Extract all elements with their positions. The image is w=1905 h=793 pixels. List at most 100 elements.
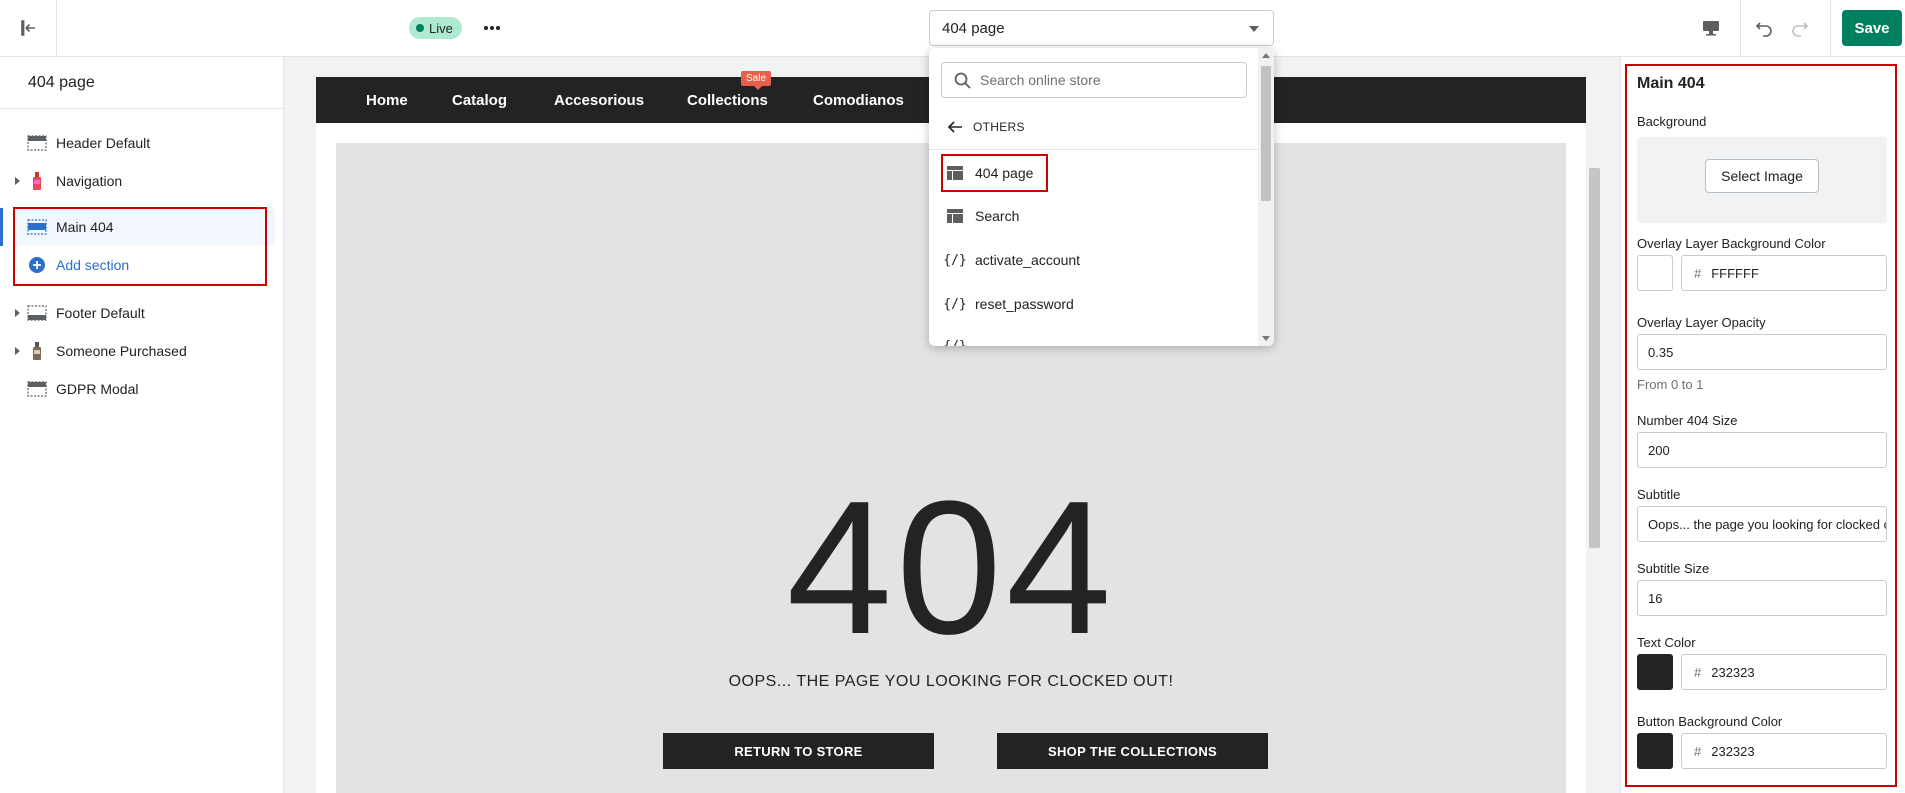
overlay-opacity-label: Overlay Layer Opacity xyxy=(1637,315,1766,330)
scroll-up-arrow-icon[interactable] xyxy=(1262,53,1270,58)
overlay-bg-color-swatch[interactable] xyxy=(1637,255,1673,291)
subtitle-input[interactable]: Oops... the page you looking for clocked… xyxy=(1637,506,1887,542)
undo-button[interactable] xyxy=(1748,12,1780,44)
dropdown-item-label: activate_account xyxy=(975,252,1081,268)
overlay-bg-label: Overlay Layer Background Color xyxy=(1637,236,1826,251)
caret-down-icon xyxy=(1249,26,1259,32)
live-label: Live xyxy=(429,20,453,36)
undo-icon xyxy=(1755,22,1772,37)
section-settings-panel: Main 404 Background Select Image Overlay… xyxy=(1620,57,1905,793)
search-icon xyxy=(954,72,971,92)
dropdown-item-label: Search xyxy=(975,208,1020,224)
nav-link-collections[interactable]: Collections xyxy=(687,92,768,109)
search-online-store-input[interactable]: Search online store xyxy=(941,62,1247,98)
code-braces-icon: {/} xyxy=(943,296,967,312)
dropdown-item-label: reset_password xyxy=(975,296,1074,312)
nav-link-accesorious[interactable]: Accesorious xyxy=(554,92,644,109)
nav-link-comodianos[interactable]: Comodianos xyxy=(813,92,904,109)
section-label: Navigation xyxy=(56,173,123,189)
nav-link-catalog[interactable]: Catalog xyxy=(452,92,507,109)
sale-badge: Sale xyxy=(741,71,772,90)
search-placeholder: Search online store xyxy=(980,72,1101,88)
exit-button[interactable] xyxy=(0,0,57,56)
section-label: Someone Purchased xyxy=(56,343,187,359)
page-template-icon xyxy=(945,206,965,226)
button-bg-color-input[interactable]: # 232323 xyxy=(1681,733,1887,769)
page-select-value: 404 page xyxy=(942,19,1005,37)
subtitle-size-input[interactable]: 16 xyxy=(1637,580,1887,616)
section-label: Header Default xyxy=(56,135,151,151)
ellipsis-icon xyxy=(484,26,500,30)
chevron-right-icon[interactable] xyxy=(15,347,20,355)
modal-layout-icon xyxy=(27,379,47,399)
section-label: Footer Default xyxy=(56,305,145,321)
sidebar-title: 404 page xyxy=(28,74,95,91)
error-number: 404 xyxy=(786,462,1116,674)
text-color-swatch[interactable] xyxy=(1637,654,1673,690)
nav-link-home[interactable]: Home xyxy=(366,92,408,109)
number-size-input[interactable]: 200 xyxy=(1637,432,1887,468)
text-color-value: 232323 xyxy=(1711,664,1755,680)
save-button[interactable]: Save xyxy=(1842,10,1902,46)
text-color-label: Text Color xyxy=(1637,635,1696,650)
footer-layout-icon xyxy=(27,303,47,323)
section-navigation[interactable]: Navigation xyxy=(0,163,284,199)
dropdown-item-partial[interactable]: {/} … xyxy=(941,328,1251,346)
overlay-bg-value: FFFFFF xyxy=(1711,265,1759,281)
text-color-input[interactable]: # 232323 xyxy=(1681,654,1887,690)
arrow-left-icon xyxy=(947,121,962,133)
toolbar-divider xyxy=(1830,0,1831,56)
hash-prefix: # xyxy=(1694,664,1702,680)
dropdown-scrollbar-thumb[interactable] xyxy=(1261,66,1271,201)
select-image-button[interactable]: Select Image xyxy=(1705,159,1819,193)
section-label: GDPR Modal xyxy=(56,381,139,397)
background-image-picker: Select Image xyxy=(1637,137,1887,223)
button-bg-value: 232323 xyxy=(1711,743,1755,759)
settings-title: Main 404 xyxy=(1637,75,1705,92)
section-someone-purchased[interactable]: Someone Purchased xyxy=(0,333,284,369)
live-dot-icon xyxy=(416,24,424,32)
preview-scrollbar-thumb[interactable] xyxy=(1589,168,1600,548)
dropdown-item-search[interactable]: Search xyxy=(941,198,1251,234)
code-braces-icon: {/} xyxy=(943,252,967,268)
desktop-icon xyxy=(1703,21,1719,36)
dropdown-item-reset-password[interactable]: {/} reset_password xyxy=(941,286,1251,322)
toolbar-divider xyxy=(1740,0,1741,56)
divider xyxy=(0,108,284,109)
error-subtitle: OOPS... THE PAGE YOU LOOKING FOR CLOCKED… xyxy=(728,673,1174,690)
dropdown-item-activate-account[interactable]: {/} activate_account xyxy=(941,242,1251,278)
return-to-store-button[interactable]: RETURN TO STORE xyxy=(663,733,934,769)
button-bg-color-swatch[interactable] xyxy=(1637,733,1673,769)
back-to-others-button[interactable]: OTHERS xyxy=(947,120,1025,134)
chevron-right-icon[interactable] xyxy=(15,177,20,185)
header-layout-icon xyxy=(27,133,47,153)
exit-icon xyxy=(21,20,35,36)
shop-collections-button[interactable]: SHOP THE COLLECTIONS xyxy=(997,733,1268,769)
redo-button[interactable] xyxy=(1784,12,1816,44)
divider xyxy=(929,149,1259,150)
overlay-opacity-help: From 0 to 1 xyxy=(1637,377,1704,392)
scroll-down-arrow-icon[interactable] xyxy=(1262,336,1270,341)
section-footer-default[interactable]: Footer Default xyxy=(0,295,284,331)
product-thumbnail-icon xyxy=(27,171,47,191)
redo-icon xyxy=(1792,22,1809,37)
subtitle-size-label: Subtitle Size xyxy=(1637,561,1710,576)
overlay-opacity-input[interactable]: 0.35 xyxy=(1637,334,1887,370)
section-header-default[interactable]: Header Default xyxy=(0,125,284,161)
subtitle-label: Subtitle xyxy=(1637,487,1681,502)
hash-prefix: # xyxy=(1694,743,1702,759)
chevron-right-icon[interactable] xyxy=(15,309,20,317)
canvas-gutter xyxy=(285,57,298,793)
back-label: OTHERS xyxy=(973,120,1025,134)
more-actions-button[interactable] xyxy=(478,14,506,42)
page-template-dropdown: Search online store OTHERS 404 page Sear… xyxy=(929,48,1274,346)
overlay-bg-color-input[interactable]: # FFFFFF xyxy=(1681,255,1887,291)
section-gdpr-modal[interactable]: GDPR Modal xyxy=(0,371,284,407)
hash-prefix: # xyxy=(1694,265,1702,281)
desktop-view-button[interactable] xyxy=(1695,12,1727,44)
page-template-select[interactable]: 404 page xyxy=(929,10,1274,46)
product-thumbnail-icon xyxy=(27,341,47,361)
code-braces-icon: {/} xyxy=(943,338,967,347)
annotation-highlight-box xyxy=(13,207,267,286)
button-bg-label: Button Background Color xyxy=(1637,714,1783,729)
